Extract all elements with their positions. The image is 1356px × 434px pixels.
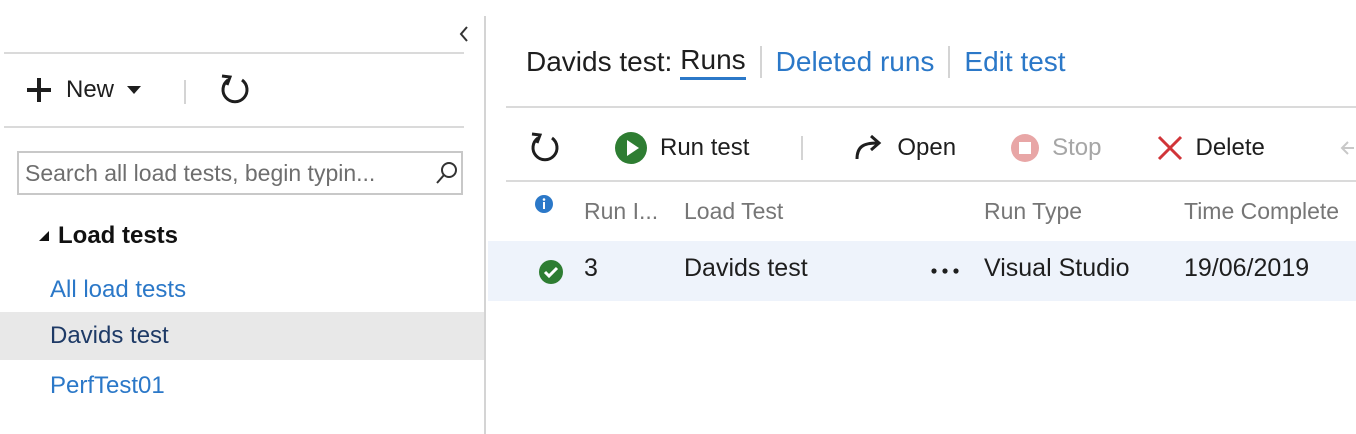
new-button-label: New: [66, 76, 115, 103]
caret-expanded-icon: [39, 231, 49, 241]
chevron-left-icon: [459, 26, 468, 42]
panel-splitter[interactable]: [484, 16, 486, 434]
column-header-load-test[interactable]: Load Test: [684, 198, 783, 225]
run-test-button[interactable]: Run test: [614, 131, 749, 165]
column-header-run-type[interactable]: Run Type: [984, 198, 1082, 225]
info-icon[interactable]: [534, 194, 554, 219]
open-button[interactable]: Open: [853, 133, 956, 163]
delete-label: Delete: [1195, 134, 1265, 161]
column-header-time-complete[interactable]: Time Complete: [1184, 198, 1339, 225]
toolbar-separator: [801, 136, 804, 160]
tree-header-load-tests[interactable]: Load tests: [38, 222, 178, 250]
tab-edit-test[interactable]: Edit test: [964, 46, 1065, 78]
new-button[interactable]: New: [24, 70, 142, 110]
tab-deleted-runs[interactable]: Deleted runs: [776, 46, 935, 78]
tab-separator: [759, 46, 762, 78]
search-icon[interactable]: [435, 161, 459, 185]
tree-header-label: Load tests: [58, 222, 179, 249]
overflow-arrow-icon[interactable]: [1340, 137, 1356, 164]
refresh-button[interactable]: [218, 72, 252, 108]
plus-icon: [27, 78, 51, 102]
play-circle-icon: [615, 132, 647, 164]
refresh-icon: [531, 132, 559, 162]
tab-bar: Davids test: Runs Deleted runs Edit test: [526, 44, 1066, 80]
cell-run-type: Visual Studio: [984, 254, 1130, 282]
tree-item-label: All load tests: [50, 276, 187, 303]
close-x-icon: [1158, 135, 1183, 161]
test-title: Davids test:: [526, 46, 673, 77]
stop-circle-icon: [1011, 134, 1040, 162]
tab-runs[interactable]: Runs: [680, 44, 746, 80]
stop-label: Stop: [1052, 134, 1102, 161]
divider: [506, 180, 1356, 182]
divider: [4, 52, 464, 54]
refresh-runs-button[interactable]: [528, 130, 562, 166]
toolbar-separator: [184, 80, 186, 104]
search-box[interactable]: [17, 151, 463, 195]
refresh-icon: [221, 74, 249, 104]
collapse-panel-button[interactable]: [454, 22, 474, 46]
divider: [4, 126, 464, 128]
open-label: Open: [897, 134, 957, 161]
more-actions-button[interactable]: [930, 264, 960, 283]
tree-item-perftest01[interactable]: PerfTest01: [0, 362, 484, 410]
column-header-run-id[interactable]: Run I...: [584, 198, 658, 225]
tab-separator: [948, 46, 951, 78]
divider: [506, 106, 1356, 108]
redo-arrow-icon: [855, 134, 882, 160]
run-test-label: Run test: [660, 134, 750, 161]
search-input[interactable]: [19, 159, 431, 187]
cell-load-test: Davids test: [684, 254, 808, 282]
success-check-icon: [538, 259, 564, 290]
cell-run-id: 3: [584, 254, 598, 282]
stop-button[interactable]: Stop: [1010, 133, 1101, 163]
runs-toolbar: Run test Open Stop Delete: [526, 126, 1265, 170]
tree-item-label: Davids test: [50, 322, 169, 349]
tree-item-label: PerfTest01: [50, 372, 165, 399]
tree-item-davids-test[interactable]: Davids test: [0, 312, 484, 360]
caret-down-icon: [127, 86, 142, 94]
delete-button[interactable]: Delete: [1157, 134, 1265, 162]
ellipsis-icon: [931, 268, 959, 274]
tree-item-all-load-tests[interactable]: All load tests: [0, 266, 484, 314]
cell-time-complete: 19/06/2019: [1184, 254, 1310, 282]
